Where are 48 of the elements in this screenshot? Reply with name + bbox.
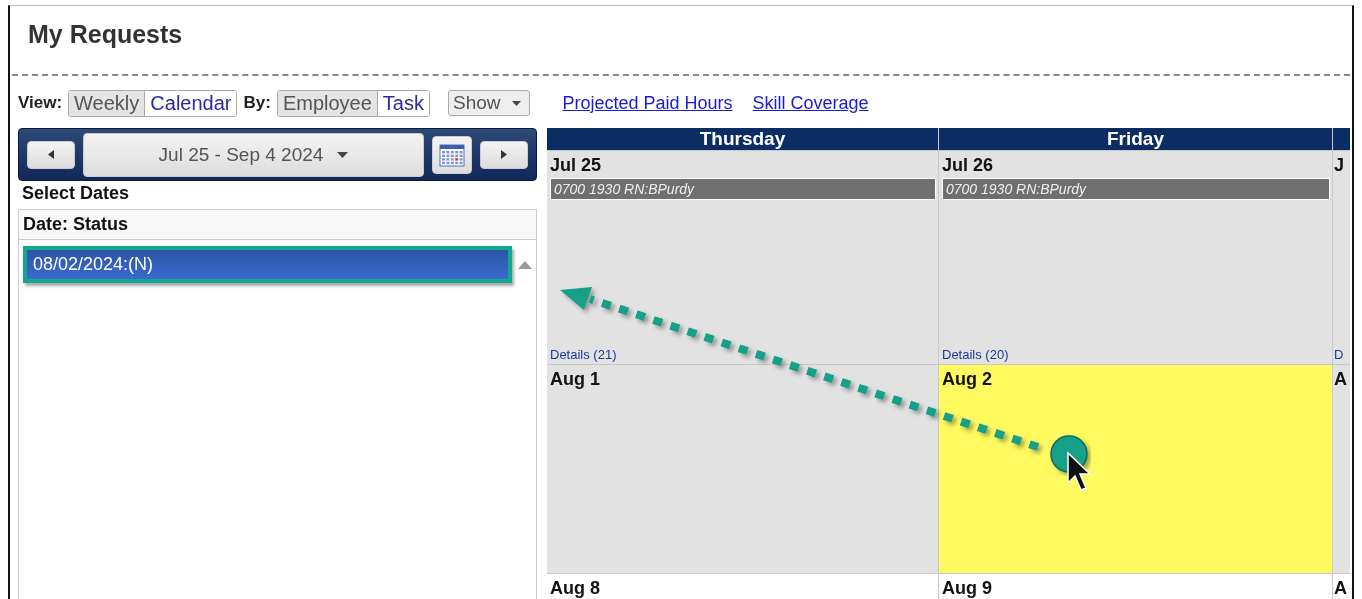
details-link[interactable]: Details (20) bbox=[942, 347, 1330, 362]
report-link[interactable]: Projected Paid Hours bbox=[562, 92, 733, 114]
caret-icon bbox=[512, 100, 522, 106]
day-cell[interactable]: Aug 9 bbox=[939, 574, 1332, 599]
view-label: View: bbox=[18, 93, 63, 113]
shift-bar[interactable]: 0700 1930 RN:BPurdy bbox=[942, 178, 1330, 200]
page-title: My Requests bbox=[27, 19, 184, 50]
by-label: By: bbox=[243, 93, 271, 113]
weekday-header: Thursday bbox=[547, 128, 938, 150]
day-date: A bbox=[1334, 578, 1348, 599]
weekday-header bbox=[1333, 128, 1350, 150]
details-link[interactable]: Details (21) bbox=[550, 347, 936, 362]
calendar-button[interactable] bbox=[432, 135, 472, 174]
day-date: Aug 2 bbox=[942, 369, 993, 390]
day-cell[interactable]: J D bbox=[1333, 151, 1350, 364]
details-link[interactable]: D bbox=[1334, 347, 1350, 362]
weekday-header: Friday bbox=[939, 128, 1332, 150]
day-date: Aug 1 bbox=[550, 369, 601, 390]
list-header: Date: Status bbox=[19, 210, 536, 240]
next-button[interactable] bbox=[480, 140, 528, 169]
day-cell[interactable]: Aug 2 bbox=[939, 365, 1332, 573]
cursor-icon bbox=[1067, 451, 1092, 491]
day-cell[interactable]: Jul 25 0700 1930 RN:BPurdy Details (21) bbox=[547, 151, 938, 364]
day-date: J bbox=[1334, 155, 1345, 176]
shift-bar[interactable]: 0700 1930 RN:BPurdy bbox=[550, 178, 936, 200]
day-cell[interactable]: A bbox=[1333, 365, 1350, 573]
day-date: A bbox=[1334, 369, 1348, 390]
group-toggle[interactable]: Employee bbox=[277, 90, 378, 116]
right-triangle-icon bbox=[501, 150, 507, 159]
left-triangle-icon bbox=[48, 150, 54, 159]
show-dropdown[interactable]: Show bbox=[447, 90, 531, 116]
calendar-icon bbox=[439, 142, 465, 167]
scroll-up-icon[interactable] bbox=[518, 260, 532, 269]
caret-icon bbox=[337, 151, 349, 158]
previous-button[interactable] bbox=[27, 140, 75, 169]
date-range-dropdown[interactable]: Jul 25 - Sep 4 2024 bbox=[83, 132, 424, 177]
view-toggle[interactable]: Weekly bbox=[69, 90, 146, 116]
day-cell[interactable]: Jul 26 0700 1930 RN:BPurdy Details (20) bbox=[939, 151, 1332, 364]
select-dates-label: Select Dates bbox=[21, 182, 131, 205]
day-date: Aug 9 bbox=[942, 578, 993, 599]
day-cell[interactable]: A bbox=[1333, 574, 1350, 599]
day-cell[interactable]: Aug 8 bbox=[547, 574, 938, 599]
report-link[interactable]: Skill Coverage bbox=[752, 92, 869, 114]
date-list-item[interactable]: 08/02/2024:(N) bbox=[23, 246, 512, 283]
day-date: Jul 26 bbox=[942, 155, 995, 176]
day-cell[interactable]: Aug 1 bbox=[547, 365, 938, 573]
day-date: Jul 25 bbox=[550, 155, 603, 176]
day-date: Aug 8 bbox=[550, 578, 601, 599]
